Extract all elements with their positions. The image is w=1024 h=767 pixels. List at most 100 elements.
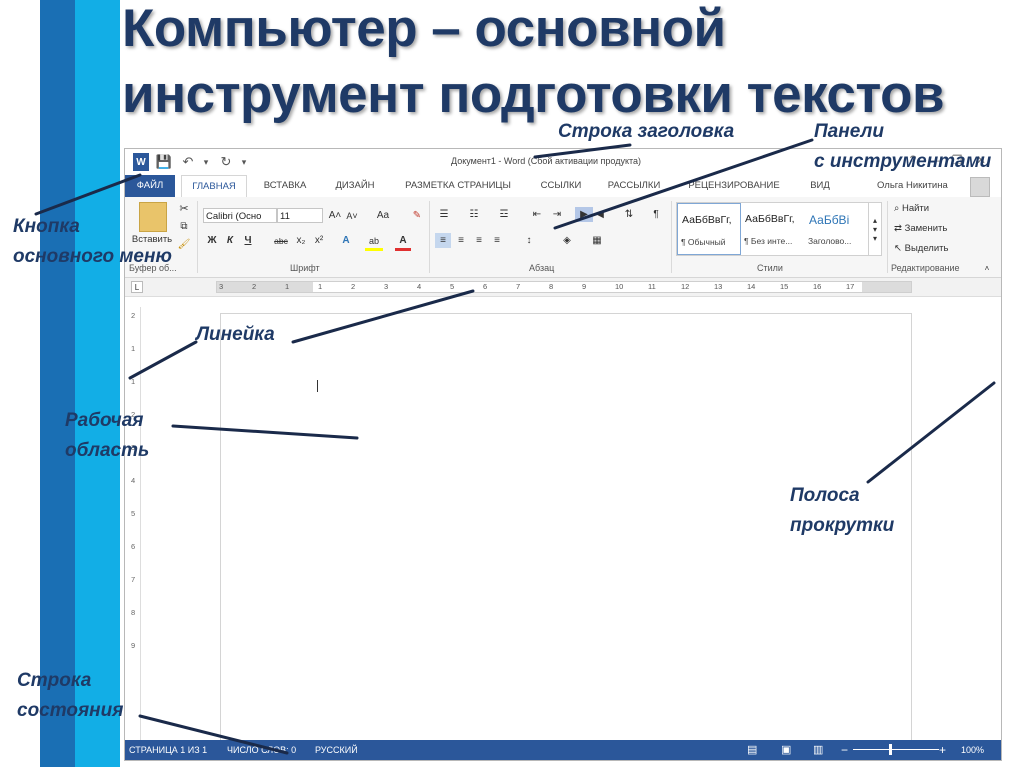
font-name-combo[interactable]: Calibri (Осно [203,208,277,223]
label-main-menu-button: Кнопка основного меню [13,216,172,267]
vruler-number: 5 [131,509,136,518]
ruler-number: 15 [780,282,789,291]
ruler-number: 14 [747,282,756,291]
tab-selector[interactable]: L [131,281,143,293]
style-normal[interactable]: АаБбВвГг, ¶ Обычный [677,203,741,255]
zoom-slider[interactable] [853,749,939,750]
ruler-number: 16 [813,282,822,291]
avatar[interactable] [970,177,990,197]
ruler-number: 11 [648,282,656,291]
select-button[interactable]: ↖ Выделить [894,243,948,254]
superscript-button[interactable]: x² [311,233,327,248]
text-direction-icon[interactable]: ▶ [575,207,593,222]
status-page[interactable]: СТРАНИЦА 1 ИЗ 1 [129,740,207,760]
status-language[interactable]: РУССКИЙ [315,740,358,760]
redo-icon[interactable]: ↻ [217,153,235,171]
shrink-font-icon[interactable]: A˅ [344,208,360,223]
tab-view[interactable]: ВИД [801,175,839,197]
vruler-number: 6 [131,542,136,551]
zoom-in-button[interactable]: + [939,740,946,760]
zoom-level[interactable]: 100% [961,740,984,760]
strikethrough-button[interactable]: abc [271,233,291,248]
customize-qat-icon[interactable]: ▾ [239,153,249,171]
ruler-number: 2 [252,282,257,291]
save-icon[interactable]: 💾 [155,153,173,171]
read-mode-icon[interactable]: ▤ [747,740,757,760]
italic-button[interactable]: К [223,233,237,248]
decrease-indent-icon[interactable]: ⇤ [529,207,545,222]
ruler-margin-right [862,282,911,292]
user-name[interactable]: Ольга Никитина [877,175,948,197]
shading-icon[interactable]: ◈ [557,233,577,248]
style-heading[interactable]: АаБбВі Заголово... [805,203,869,255]
tab-insert[interactable]: ВСТАВКА [253,175,317,197]
find-button[interactable]: ⌕ Найти [894,203,929,214]
undo-dropdown-icon[interactable]: ▾ [201,153,211,171]
status-words[interactable]: ЧИСЛО СЛОВ: 0 [227,740,296,760]
style-no-spacing[interactable]: АаБбВвГг, ¶ Без инте... [741,203,805,255]
tab-file[interactable]: ФАЙЛ [125,175,175,197]
vertical-ruler[interactable]: 21123456789 [130,307,141,741]
bold-button[interactable]: Ж [205,233,219,248]
undo-icon[interactable]: ↶ [179,153,197,171]
increase-indent-icon[interactable]: ⇥ [549,207,565,222]
zoom-slider-thumb[interactable] [889,744,892,755]
borders-icon[interactable]: ▦ [587,233,607,248]
tab-review[interactable]: РЕЦЕНЗИРОВАНИЕ [677,175,791,197]
format-painter-icon[interactable]: 🖌 [177,237,191,251]
find-label: Найти [901,203,930,214]
label-status-bar: Строка состояния [17,670,124,721]
font-size-combo[interactable]: 11 [277,208,323,223]
sort-icon[interactable]: ⇅ [621,207,637,222]
ruler-number: 4 [417,282,422,291]
style-name: ¶ Обычный [681,237,726,247]
copy-icon[interactable]: ⧉ [177,219,191,233]
ruler-row: L 3 2 1 1 2 3 4 5 6 7 8 9 10 11 12 13 14 15 16 17 [125,278,1001,297]
font-color-button[interactable]: A [395,233,411,251]
style-name: ¶ Без инте... [744,236,793,246]
numbering-icon[interactable]: ☷ [465,207,483,222]
multilevel-list-icon[interactable]: ☲ [495,207,513,222]
align-right-icon[interactable]: ≡ [471,233,487,248]
document-title: Документ1 - Word (Сбой активации продукт… [451,156,642,166]
ribbon: Вставить ✂ ⧉ 🖌 Буфер об... Calibri (Осно… [125,197,1001,278]
align-center-icon[interactable]: ≡ [453,233,469,248]
label-ruler: Линейка [196,324,275,345]
vruler-number: 7 [131,575,136,584]
tab-references[interactable]: ССЫЛКИ [529,175,593,197]
tab-design[interactable]: ДИЗАЙН [325,175,385,197]
vruler-number: 2 [131,311,136,320]
group-divider [887,201,888,273]
rtl-icon[interactable]: ◀ [593,207,607,222]
replace-button[interactable]: ⇄ Заменить [894,223,947,234]
subscript-button[interactable]: x₂ [293,233,309,248]
bullets-icon[interactable]: ☰ [435,207,453,222]
print-layout-icon[interactable]: ▣ [781,740,791,760]
clear-format-icon[interactable]: ✎ [409,208,425,223]
web-layout-icon[interactable]: ▥ [813,740,823,760]
grow-font-icon[interactable]: A˄ [327,208,343,223]
word-app-icon[interactable]: W [133,153,149,171]
collapse-ribbon-icon[interactable]: ˄ [981,263,993,273]
styles-scroll-icon[interactable]: ▴ ▾ ▾ [868,202,882,256]
line-spacing-icon[interactable]: ↕ [519,233,539,248]
style-sample: АаБбВвГг, [682,214,732,226]
align-left-icon[interactable]: ≡ [435,233,451,248]
ruler-number: 17 [846,282,855,291]
ruler-number: 5 [450,282,455,291]
cut-icon[interactable]: ✂ [177,201,191,215]
tab-home[interactable]: ГЛАВНАЯ [181,175,247,199]
text-effects-button[interactable]: A [337,233,355,248]
highlight-button[interactable]: ab [365,233,383,251]
tab-page-layout[interactable]: РАЗМЕТКА СТРАНИЦЫ [393,175,523,197]
show-marks-icon[interactable]: ¶ [649,207,663,222]
change-case-button[interactable]: Aa [369,208,397,223]
label-scrollbar: Полоса прокрутки [790,485,895,536]
justify-icon[interactable]: ≡ [489,233,505,248]
tab-mailings[interactable]: РАССЫЛКИ [599,175,669,197]
underline-button[interactable]: Ч [241,233,255,248]
replace-label: Заменить [904,223,948,234]
zoom-out-button[interactable]: − [841,740,848,760]
horizontal-ruler[interactable]: 3 2 1 1 2 3 4 5 6 7 8 9 10 11 12 13 14 15 16 17 [216,281,912,293]
style-name: Заголово... [808,236,852,246]
